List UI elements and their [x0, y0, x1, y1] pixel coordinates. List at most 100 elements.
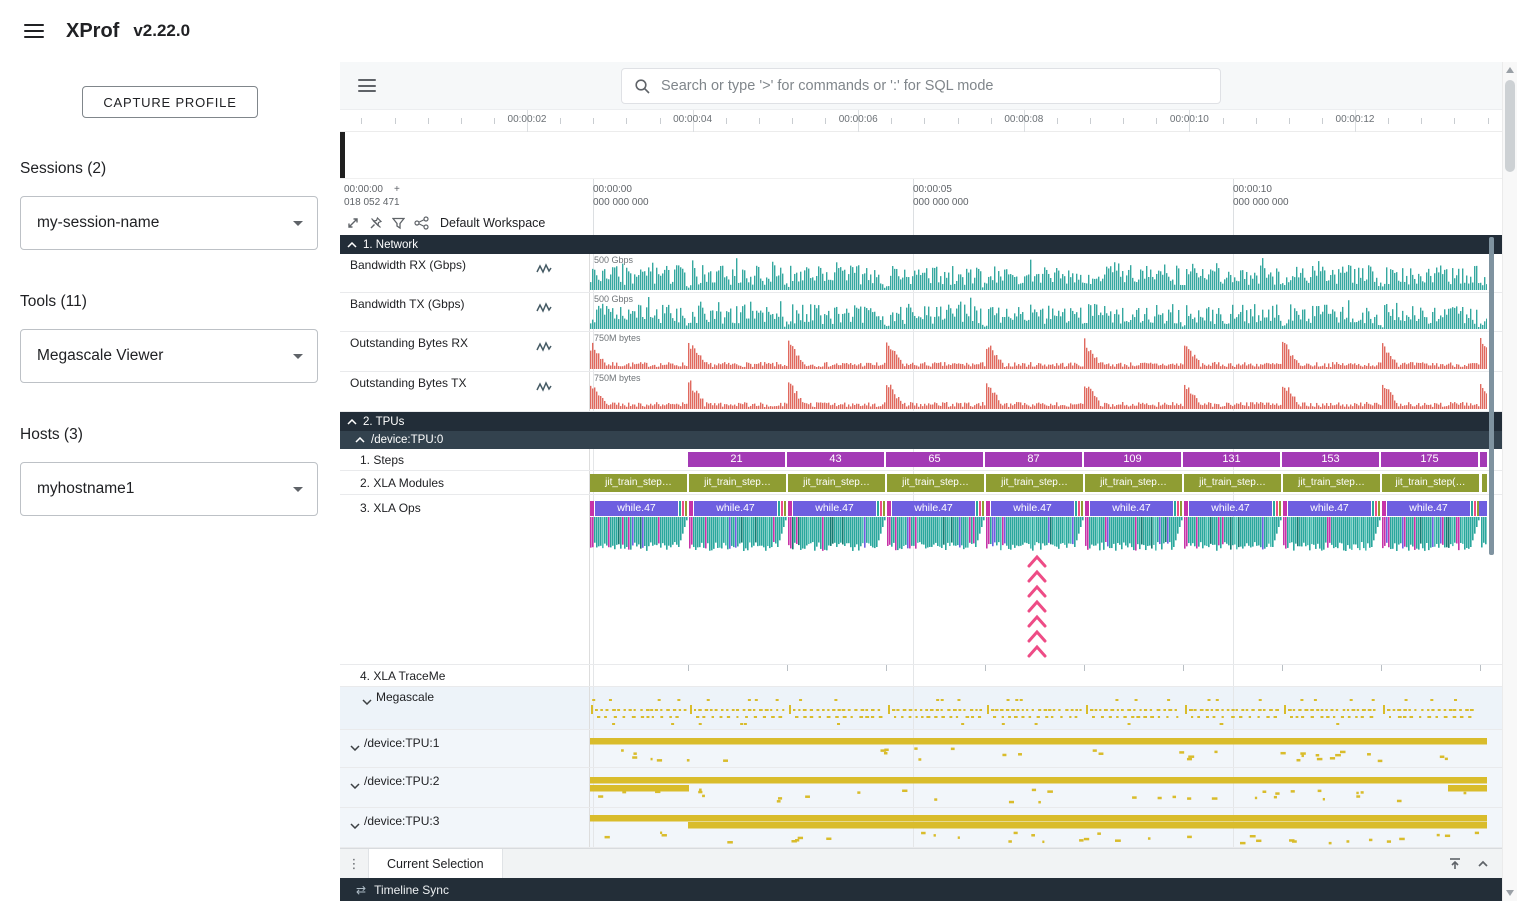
bandwidth-tx-chart[interactable]: 500 Gbps: [590, 293, 1502, 331]
track-name[interactable]: Megascale: [376, 690, 434, 704]
op-slice[interactable]: [682, 501, 684, 516]
op-slice[interactable]: [781, 501, 783, 516]
timeline-sync-bar[interactable]: ⇄ Timeline Sync: [340, 878, 1502, 901]
counter-chart-icon[interactable]: [536, 263, 552, 278]
group-header-tpus[interactable]: 2. TPUs: [340, 412, 1502, 431]
megascale-track[interactable]: [590, 687, 1502, 729]
tpu2-track[interactable]: [590, 768, 1502, 807]
chevron-up-icon[interactable]: [347, 242, 357, 248]
op-slice[interactable]: [1085, 501, 1089, 516]
session-select[interactable]: my-session-name: [20, 196, 318, 250]
tpu3-track[interactable]: [590, 808, 1502, 847]
op-slice[interactable]: [979, 501, 981, 516]
step-slice[interactable]: 21: [688, 452, 785, 467]
workspace-name[interactable]: Default Workspace: [440, 216, 545, 230]
timeline-ruler[interactable]: 00:00:0200:00:0400:00:0600:00:0800:00:10…: [340, 110, 1502, 132]
op-slice[interactable]: [590, 501, 594, 516]
counter-series[interactable]: [590, 293, 1487, 331]
group-header-tpu0[interactable]: /device:TPU:0: [340, 431, 1502, 449]
workspace-icon[interactable]: [414, 216, 429, 230]
op-slice[interactable]: [877, 501, 879, 516]
op-slice[interactable]: [685, 501, 687, 516]
op-slice[interactable]: [1279, 501, 1281, 516]
xla-module-slice[interactable]: jit_train_step…: [1184, 474, 1281, 492]
search-input[interactable]: [661, 78, 1208, 94]
omnibox[interactable]: [621, 68, 1221, 104]
op-slice[interactable]: [1180, 501, 1182, 516]
capture-profile-button[interactable]: CAPTURE PROFILE: [82, 86, 258, 118]
op-slice[interactable]: [1276, 501, 1278, 516]
step-slice[interactable]: 43: [787, 452, 884, 467]
tpu1-track[interactable]: [590, 730, 1502, 767]
step-slice[interactable]: 65: [886, 452, 983, 467]
op-slice[interactable]: [1078, 501, 1080, 516]
host-select[interactable]: myhostname1: [20, 462, 318, 516]
counter-series[interactable]: [590, 254, 1487, 292]
trace-menu-icon[interactable]: [358, 79, 376, 92]
step-slice[interactable]: [1480, 452, 1487, 467]
while-op-slice[interactable]: while.47: [991, 501, 1074, 516]
scroll-up-icon[interactable]: [1506, 67, 1514, 73]
step-slice[interactable]: 131: [1183, 452, 1280, 467]
xla-module-slice[interactable]: jit_train_step…: [1283, 474, 1380, 492]
track-name[interactable]: /device:TPU:1: [364, 736, 439, 750]
xla-ops-flame[interactable]: [590, 517, 1487, 664]
op-slice[interactable]: [1372, 501, 1374, 516]
device-events[interactable]: [590, 768, 1487, 807]
chevron-up-icon[interactable]: [347, 419, 357, 425]
while-op-slice[interactable]: while.47: [1189, 501, 1272, 516]
device-events[interactable]: [590, 808, 1487, 847]
page-scrollbar[interactable]: [1502, 62, 1517, 901]
step-slice[interactable]: 109: [1084, 452, 1181, 467]
overview-pan-handle[interactable]: [340, 132, 345, 178]
op-slice[interactable]: [986, 501, 990, 516]
op-slice[interactable]: [1479, 501, 1487, 516]
xla-module-slice[interactable]: jit_train_step(…: [1382, 474, 1479, 492]
while-op-slice[interactable]: while.47: [1288, 501, 1371, 516]
op-slice[interactable]: [1075, 501, 1077, 516]
op-slice[interactable]: [1273, 501, 1275, 516]
step-slice[interactable]: 175: [1381, 452, 1478, 467]
pin-off-icon[interactable]: [369, 216, 383, 230]
op-slice[interactable]: [1283, 501, 1287, 516]
op-slice[interactable]: [1174, 501, 1176, 516]
xla-module-slice[interactable]: jit_train_step…: [590, 474, 687, 492]
bandwidth-rx-chart[interactable]: 500 Gbps: [590, 254, 1502, 292]
group-header-network[interactable]: 1. Network: [340, 235, 1502, 254]
chevron-down-icon[interactable]: [350, 778, 360, 792]
chevron-up-icon[interactable]: [1476, 857, 1490, 871]
op-slice[interactable]: [1184, 501, 1188, 516]
op-slice[interactable]: [679, 501, 681, 516]
while-op-slice[interactable]: while.47: [694, 501, 777, 516]
chevron-up-icon[interactable]: [355, 437, 365, 443]
op-slice[interactable]: [1382, 501, 1386, 516]
traceme-ticks[interactable]: [590, 665, 1487, 686]
op-slice[interactable]: [1378, 501, 1380, 516]
while-op-slice[interactable]: while.47: [1387, 501, 1470, 516]
counter-series[interactable]: [590, 332, 1487, 371]
megascale-events[interactable]: [590, 687, 1487, 729]
counter-chart-icon[interactable]: [536, 341, 552, 356]
dock-to-top-icon[interactable]: [1448, 857, 1462, 871]
device-events[interactable]: [590, 730, 1487, 767]
drag-handle-icon[interactable]: ⋮: [340, 849, 368, 878]
op-slice[interactable]: [883, 501, 885, 516]
op-slice[interactable]: [1177, 501, 1179, 516]
tracks-scrollbar[interactable]: [1488, 235, 1502, 848]
xla-module-slice[interactable]: [1482, 474, 1487, 492]
op-slice[interactable]: [1375, 501, 1377, 516]
outstanding-bytes-tx-chart[interactable]: 750M bytes: [590, 372, 1502, 411]
op-slice[interactable]: [880, 501, 882, 516]
chevron-down-icon[interactable]: [350, 818, 360, 832]
fit-window-icon[interactable]: [346, 216, 360, 230]
xla-module-slice[interactable]: jit_train_step…: [689, 474, 786, 492]
while-op-slice[interactable]: while.47: [892, 501, 975, 516]
chevron-down-icon[interactable]: [350, 740, 360, 754]
op-slice[interactable]: [887, 501, 891, 516]
op-slice[interactable]: [982, 501, 984, 516]
op-slice[interactable]: [1474, 501, 1476, 516]
while-op-slice[interactable]: while.47: [1090, 501, 1173, 516]
chevron-down-icon[interactable]: [362, 694, 372, 708]
xla-module-slice[interactable]: jit_train_step…: [788, 474, 885, 492]
counter-series[interactable]: [590, 372, 1487, 411]
